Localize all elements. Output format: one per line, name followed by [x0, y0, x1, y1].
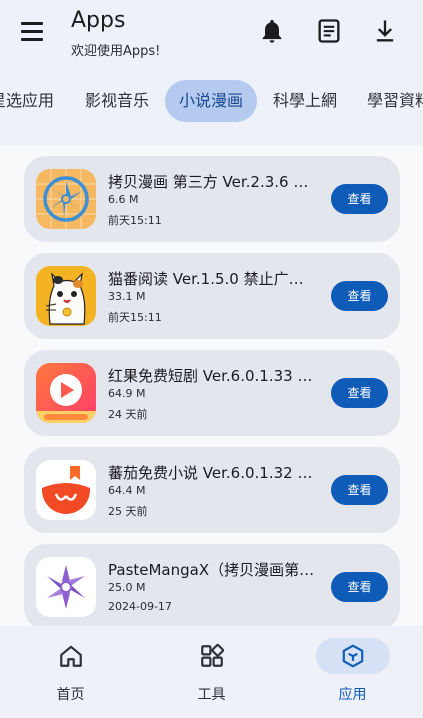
view-button[interactable]: 查看 — [331, 378, 388, 408]
app-date: 25 天前 — [108, 505, 148, 518]
nav-item-tools[interactable]: 工具 — [141, 626, 282, 718]
hongguo-icon — [36, 363, 96, 423]
tab-video-music[interactable]: 影视音乐 — [71, 80, 163, 122]
view-button[interactable]: 查看 — [331, 475, 388, 505]
app-date: 前天15:11 — [108, 311, 162, 324]
app-size: 33.1 M — [108, 290, 146, 303]
tab-featured-apps[interactable]: 星选应用 — [0, 80, 68, 122]
category-tabs: 星选应用 影视音乐 小说漫画 科學上網 學習資料 — [0, 72, 423, 132]
tomato-novel-icon — [36, 460, 96, 520]
grid-icon — [199, 643, 225, 669]
tab-novel-comics[interactable]: 小说漫画 — [165, 80, 258, 122]
app-name: 猫番阅读 Ver.1.5.0 禁止广告版 — [108, 270, 316, 288]
list-item[interactable]: PasteMangaX（拷贝漫画第三方） 25.0 M 2024-09-17 查… — [24, 544, 400, 626]
home-icon — [58, 643, 84, 669]
app-size: 6.6 M — [108, 193, 139, 206]
bottom-navigation: 首页 工具 应用 — [0, 626, 423, 718]
app-name: 拷贝漫画 第三方 Ver.2.3.6 解锁... — [108, 173, 316, 191]
page-title: Apps — [71, 8, 126, 33]
page-subtitle: 欢迎使用Apps! — [71, 44, 161, 59]
nav-item-apps[interactable]: 应用 — [282, 626, 423, 718]
view-button[interactable]: 查看 — [331, 281, 388, 311]
list-item[interactable]: 蕃茄免费小说 Ver.6.0.1.32 去广告... 64.4 M 25 天前 … — [24, 447, 400, 533]
app-header: Apps 欢迎使用Apps! — [0, 0, 423, 70]
app-size: 64.9 M — [108, 387, 146, 400]
copy-manga-icon — [36, 169, 96, 229]
pastemanga-icon — [36, 557, 96, 617]
app-name: PasteMangaX（拷贝漫画第三方） — [108, 561, 316, 579]
app-name: 红果免费短剧 Ver.6.0.1.33 去广告... — [108, 367, 316, 385]
app-date: 2024-09-17 — [108, 600, 172, 613]
menu-icon[interactable] — [19, 19, 47, 43]
app-size: 64.4 M — [108, 484, 146, 497]
app-size: 25.0 M — [108, 581, 146, 594]
nav-label: 首页 — [56, 687, 85, 703]
nav-label: 应用 — [338, 687, 367, 703]
list-item[interactable]: 拷贝漫画 第三方 Ver.2.3.6 解锁... 6.6 M 前天15:11 查… — [24, 156, 400, 242]
app-name: 蕃茄免费小说 Ver.6.0.1.32 去广告... — [108, 464, 316, 482]
view-button[interactable]: 查看 — [331, 184, 388, 214]
notes-icon[interactable] — [315, 17, 343, 45]
bell-icon[interactable] — [258, 17, 286, 45]
app-date: 前天15:11 — [108, 214, 162, 227]
nav-label: 工具 — [197, 687, 226, 703]
cube-icon — [340, 643, 366, 669]
tab-study-materials[interactable]: 學習資料 — [353, 80, 423, 122]
tab-internet[interactable]: 科學上網 — [259, 80, 351, 122]
list-item[interactable]: 猫番阅读 Ver.1.5.0 禁止广告版 33.1 M 前天15:11 查看 — [24, 253, 400, 339]
download-icon[interactable] — [371, 17, 399, 45]
list-item[interactable]: 红果免费短剧 Ver.6.0.1.33 去广告... 64.9 M 24 天前 … — [24, 350, 400, 436]
app-date: 24 天前 — [108, 408, 148, 421]
cat-reader-icon — [36, 266, 96, 326]
nav-item-home[interactable]: 首页 — [0, 626, 141, 718]
app-list: 拷贝漫画 第三方 Ver.2.3.6 解锁... 6.6 M 前天15:11 查… — [0, 146, 423, 626]
view-button[interactable]: 查看 — [331, 572, 388, 602]
